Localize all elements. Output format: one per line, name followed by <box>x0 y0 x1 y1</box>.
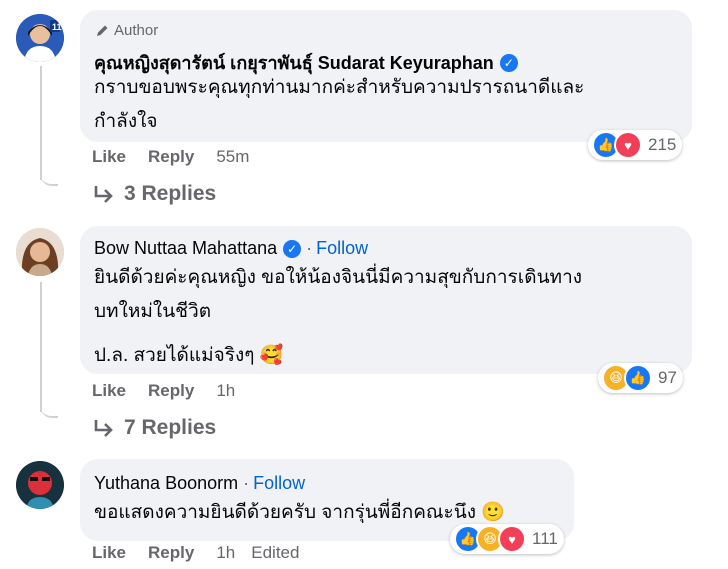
reaction-summary[interactable]: 👍 😆 ♥ 111 <box>450 524 564 554</box>
avatar[interactable] <box>16 228 64 276</box>
reply-button[interactable]: Reply <box>148 147 194 167</box>
reaction-summary[interactable]: 😆 👍 97 <box>598 363 683 393</box>
like-button[interactable]: Like <box>92 147 126 167</box>
commenter-name[interactable]: Bow Nuttaa Mahattana ✓ · Follow <box>94 238 368 259</box>
reaction-count: 97 <box>658 368 677 387</box>
author-badge: Author <box>94 22 158 39</box>
like-icon: 👍 <box>624 364 652 392</box>
comment-actions: Like Reply 1h <box>92 381 235 401</box>
reaction-summary[interactable]: 👍 ♥ 215 <box>588 130 683 160</box>
reply-button[interactable]: Reply <box>148 381 194 401</box>
comment-bubble: Author คุณหญิงสุดารัตน์ เกยุราพันธุ์ Sud… <box>80 10 692 142</box>
author-badge-label: Author <box>114 22 159 39</box>
reaction-count: 215 <box>648 135 677 154</box>
pencil-icon <box>97 25 108 36</box>
comment-line: กำลังใจ <box>94 111 158 132</box>
avatar-image <box>16 228 64 276</box>
commenter-name[interactable]: Yuthana Boonorm · Follow <box>94 473 305 494</box>
like-button[interactable]: Like <box>92 543 126 563</box>
verified-badge-icon: ✓ <box>283 239 302 258</box>
comment-text: ขอแสดงความยินดีด้วยครับ จากรุ่นพี่อีกคณะ… <box>94 496 505 530</box>
reaction-count: 111 <box>532 529 558 548</box>
love-icon: ♥ <box>614 131 642 159</box>
replies-label[interactable]: 3 Replies <box>124 182 216 206</box>
separator-dot: · <box>243 473 250 493</box>
comment-actions: Like Reply 1h Edited <box>92 543 299 563</box>
follow-button[interactable]: Follow <box>316 238 368 259</box>
comment-line: ขอแสดงความยินดีด้วยครับ จากรุ่นพี่อีกคณะ… <box>94 502 505 523</box>
reply-arrow-icon <box>94 420 113 437</box>
commenter-name-text[interactable]: Bow Nuttaa Mahattana <box>94 238 277 259</box>
comment-bubble: Bow Nuttaa Mahattana ✓ · Follow ยินดีด้ว… <box>80 226 692 374</box>
verified-badge-icon: ✓ <box>499 53 518 72</box>
comment-text: ยินดีด้วยค่ะคุณหญิง ขอให้น้องจินนี่มีควา… <box>94 261 582 373</box>
separator-dot: · <box>306 238 313 258</box>
edited-label[interactable]: Edited <box>251 543 299 563</box>
love-icon: ♥ <box>498 525 526 553</box>
like-button[interactable]: Like <box>92 381 126 401</box>
comment-text: กราบขอบพระคุณทุกท่านมากค่ะสำหรับความปราร… <box>94 71 584 139</box>
reply-arrow-icon <box>94 186 113 203</box>
commenter-name-text[interactable]: Yuthana Boonorm <box>94 473 238 494</box>
avatar-image: 11 <box>16 14 64 62</box>
comment-line: บทใหม่ในชีวิต <box>94 301 212 322</box>
timestamp[interactable]: 55m <box>216 147 249 167</box>
comment-line: กราบขอบพระคุณทุกท่านมากค่ะสำหรับความปราร… <box>94 77 585 98</box>
comment-line: ยินดีด้วยค่ะคุณหญิง ขอให้น้องจินนี่มีควา… <box>94 267 583 288</box>
replies-label[interactable]: 7 Replies <box>124 416 216 440</box>
comment-line: ป.ล. สวยได้แม่จริงๆ 🥰 <box>94 345 284 366</box>
view-replies-button[interactable]: 3 Replies <box>92 182 216 206</box>
timestamp[interactable]: 1h <box>216 381 235 401</box>
view-replies-button[interactable]: 7 Replies <box>92 416 216 440</box>
thread-curve <box>40 150 58 186</box>
avatar-image <box>16 461 64 509</box>
avatar[interactable] <box>16 461 64 509</box>
follow-button[interactable]: Follow <box>253 473 305 494</box>
thread-curve <box>40 388 58 418</box>
timestamp[interactable]: 1h <box>216 543 235 563</box>
comment-actions: Like Reply 55m <box>92 147 249 167</box>
svg-text:11: 11 <box>52 22 62 32</box>
avatar[interactable]: 11 <box>16 14 64 62</box>
reply-button[interactable]: Reply <box>148 543 194 563</box>
